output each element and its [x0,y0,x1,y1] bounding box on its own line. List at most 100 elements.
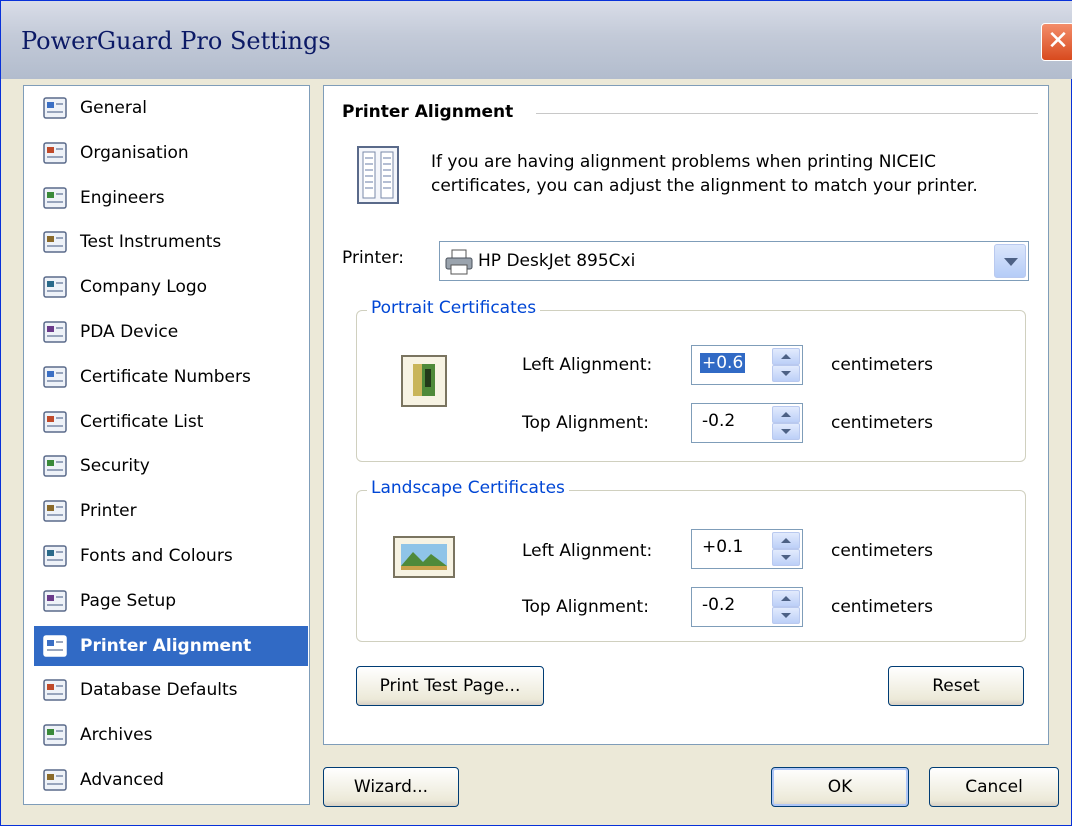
section-heading: Printer Alignment [342,102,514,122]
database-icon [43,679,67,702]
portrait-group-title: Portrait Certificates [367,298,541,318]
printer-select[interactable]: HP DeskJet 895Cxi [439,241,1029,281]
portrait-top-spinner[interactable]: -0.2 [691,403,803,443]
landscape-left-label: Left Alignment: [522,541,653,561]
spin-buttons [772,532,800,566]
settings-sidebar: General Organisation Engineers Test Instrum… [23,85,310,805]
sidebar-item-page-setup[interactable]: Page Setup [34,581,308,621]
archives-icon [43,724,67,746]
spin-buttons [772,406,800,440]
sidebar-item-label: Printer [80,501,137,522]
sidebar-item-label: PDA Device [80,322,179,342]
wizard-button[interactable]: Wizard... [323,767,459,807]
landscape-page-icon [393,536,455,578]
portrait-left-label: Left Alignment: [522,355,653,375]
sidebar-item-certificate-numbers[interactable]: Certificate Numbers [34,357,308,397]
section-divider [536,113,1038,114]
sidebar-item-organisation[interactable]: Organisation [34,133,308,173]
spin-down-icon[interactable] [772,365,800,382]
sidebar-item-printer-alignment[interactable]: Printer Alignment [34,625,308,666]
portrait-group: Portrait Certificates Left Alignment: +0… [356,298,1026,462]
sidebar-item-label: Test Instruments [80,232,222,253]
sidebar-item-engineers[interactable]: Engineers [34,178,308,218]
spin-buttons [772,348,800,382]
portrait-top-unit: centimeters [831,413,933,433]
document-columns-icon [357,146,399,204]
sidebar-item-pda-device[interactable]: PDA Device [34,312,308,352]
sidebar-item-company-logo[interactable]: Company Logo [34,267,308,307]
sidebar-item-label: Page Setup [80,590,177,611]
portrait-page-icon [401,355,447,407]
printer-value: HP DeskJet 895Cxi [478,251,636,271]
portrait-left-unit: centimeters [831,355,933,375]
chevron-down-icon[interactable] [994,244,1026,278]
logo-icon [43,276,67,298]
portrait-top-value[interactable]: -0.2 [700,411,737,431]
spin-up-icon[interactable] [772,532,800,549]
landscape-top-spinner[interactable]: -0.2 [691,587,803,627]
alignment-icon [43,634,67,657]
sidebar-item-label: Advanced [80,770,164,790]
padlock-icon [43,455,67,478]
spin-up-icon[interactable] [772,590,800,607]
title-bar[interactable]: PowerGuard Pro Settings ✕ [1,1,1072,79]
organisation-icon [43,142,67,164]
landscape-top-unit: centimeters [831,597,933,617]
sidebar-item-label: Fonts and Colours [80,546,233,566]
sidebar-item-database-defaults[interactable]: Database Defaults [34,670,308,710]
spin-up-icon[interactable] [772,348,800,365]
sidebar-item-label: Company Logo [80,277,208,298]
sidebar-item-label: Security [80,456,150,477]
close-button[interactable]: ✕ [1041,23,1072,61]
landscape-top-value[interactable]: -0.2 [700,595,737,615]
printer-label: Printer: [342,248,404,268]
sidebar-item-archives[interactable]: Archives [34,715,308,755]
spin-buttons [772,590,800,624]
sidebar-item-fonts-and-colours[interactable]: Fonts and Colours [34,536,308,576]
list-icon [43,410,67,433]
window-title: PowerGuard Pro Settings [21,27,331,55]
landscape-top-label: Top Alignment: [522,597,649,617]
sidebar-item-advanced[interactable]: Advanced [34,760,308,800]
spin-down-icon[interactable] [772,607,800,624]
sidebar-item-label: Database Defaults [80,680,238,701]
intro-text: If you are having alignment problems whe… [431,152,978,196]
landscape-left-unit: centimeters [831,541,933,561]
sidebar-item-label: Archives [80,725,153,746]
abc-123-icon [43,366,67,388]
sidebar-item-label: Engineers [80,187,165,208]
sidebar-item-label: Organisation [80,142,189,163]
sidebar-item-certificate-list[interactable]: Certificate List [34,402,308,442]
settings-panel: Printer Alignment If you are having alig… [323,85,1049,745]
printer-icon [43,500,67,522]
page-setup-icon [43,590,67,612]
sidebar-item-label: Certificate List [80,411,204,432]
reset-button[interactable]: Reset [888,666,1024,706]
landscape-group-title: Landscape Certificates [367,478,569,498]
spin-down-icon[interactable] [772,423,800,440]
sidebar-item-test-instruments[interactable]: Test Instruments [34,222,308,262]
sidebar-item-security[interactable]: Security [34,446,308,486]
cancel-button[interactable]: Cancel [929,767,1059,807]
portrait-left-spinner[interactable]: +0.6 [691,345,803,385]
sidebar-item-label: Printer Alignment [80,635,252,656]
printer-icon [445,249,473,275]
landscape-group: Landscape Certificates Left Alignment: +… [356,478,1026,642]
engineers-icon [43,186,67,209]
spin-down-icon[interactable] [772,549,800,566]
print-test-page-button[interactable]: Print Test Page... [356,666,544,706]
tools-icon [43,231,67,254]
sidebar-item-printer[interactable]: Printer [34,491,308,531]
general-icon [43,97,67,119]
landscape-left-spinner[interactable]: +0.1 [691,529,803,569]
pda-icon [43,321,67,343]
advanced-icon [43,769,67,791]
font-icon [43,545,67,567]
settings-window: PowerGuard Pro Settings ✕ General Organis… [0,0,1072,826]
landscape-left-value[interactable]: +0.1 [700,537,745,557]
portrait-top-label: Top Alignment: [522,413,649,433]
spin-up-icon[interactable] [772,406,800,423]
ok-button[interactable]: OK [771,767,909,807]
sidebar-item-general[interactable]: General [34,88,308,128]
portrait-left-value[interactable]: +0.6 [700,353,746,373]
